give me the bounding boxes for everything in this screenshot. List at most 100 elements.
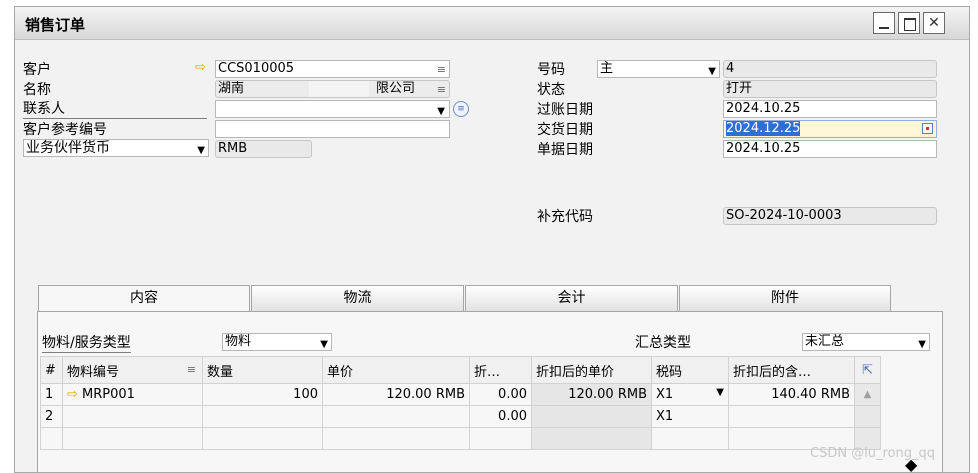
status-field: 打开: [723, 80, 937, 98]
name-label: 名称: [23, 82, 51, 98]
posting-date-field[interactable]: 2024.10.25: [723, 100, 937, 118]
window-title: 销售订单: [25, 16, 86, 34]
grid-header-row: # 物料编号 ≡ 数量 单价 折… 折扣后的单价 税码 折扣后的含… ⇱: [40, 356, 881, 384]
chevron-down-icon[interactable]: ▼: [918, 337, 926, 350]
net-price-cell[interactable]: 120.00 RMB: [531, 383, 652, 406]
customer-label: 客户: [23, 62, 51, 78]
chevron-down-icon[interactable]: ▼: [716, 387, 724, 398]
maximize-icon[interactable]: [898, 12, 920, 34]
close-icon[interactable]: ✕: [923, 12, 945, 34]
customer-ref-label: 客户参考编号: [23, 122, 107, 138]
scrollbar-track[interactable]: [854, 405, 881, 428]
item-type-value: 物料: [225, 334, 252, 349]
net-price-cell[interactable]: [531, 405, 652, 428]
col-header[interactable]: #: [40, 356, 63, 384]
col-header[interactable]: 折扣后的含…: [728, 356, 855, 384]
summary-type-value: 未汇总: [805, 334, 845, 349]
chevron-down-icon[interactable]: ▼: [320, 337, 328, 350]
chevron-down-icon[interactable]: ▼: [437, 104, 445, 117]
gross-cell[interactable]: [728, 405, 855, 428]
calendar-icon[interactable]: [922, 123, 933, 134]
qty-cell[interactable]: 100: [202, 383, 323, 406]
table-row[interactable]: 1 ⇨ MRP001 100 120.00 RMB 0.00 120.00 RM…: [40, 383, 881, 406]
scroll-up-icon[interactable]: ▲: [854, 383, 881, 406]
item-code-cell[interactable]: ⇨ MRP001: [62, 383, 203, 406]
row-number: 2: [40, 405, 63, 428]
col-header[interactable]: 折扣后的单价: [531, 356, 652, 384]
item-type-label: 物料/服务类型: [42, 332, 131, 353]
posting-date-label: 过账日期: [537, 102, 593, 118]
name-field[interactable]: 湖南 限公司 ≡: [215, 80, 450, 98]
customer-field[interactable]: CCS010005 ≡: [215, 60, 450, 78]
discount-cell[interactable]: [469, 427, 532, 450]
document-date-field[interactable]: 2024.10.25: [723, 140, 937, 158]
discount-cell[interactable]: 0.00: [469, 383, 532, 406]
price-cell[interactable]: [322, 427, 470, 450]
tab-attachments[interactable]: 附件: [679, 285, 891, 311]
delivery-date-field[interactable]: 2024.12.25: [723, 120, 937, 138]
number-label: 号码: [537, 62, 565, 78]
document-date-value: 2024.10.25: [726, 141, 801, 156]
discount-cell[interactable]: 0.00: [469, 405, 532, 428]
row-number: 1: [40, 383, 63, 406]
sales-order-window: 销售订单 ✕ 客户 ⇨ CCS010005 ≡ 名称 湖南 限公司 ≡ 联系人 …: [14, 6, 970, 473]
contact-field[interactable]: ▼: [215, 100, 450, 118]
tab-accounting[interactable]: 会计: [465, 285, 678, 311]
name-value-end: 限公司: [376, 81, 416, 96]
choose-list-icon[interactable]: ≡: [187, 363, 196, 376]
document-date-label: 单据日期: [537, 142, 593, 158]
qty-cell[interactable]: [202, 427, 323, 450]
col-header[interactable]: 数量: [202, 356, 323, 384]
tab-logistics[interactable]: 物流: [251, 285, 464, 311]
item-type-select[interactable]: 物料 ▼: [222, 333, 332, 351]
tax-cell[interactable]: [651, 427, 729, 450]
col-header[interactable]: 税码: [651, 356, 729, 384]
link-arrow-icon[interactable]: ⇨: [195, 60, 206, 75]
number-series-select[interactable]: 主 ▼: [597, 60, 720, 78]
tab-label: 会计: [557, 290, 586, 306]
redacted-block: [309, 81, 369, 97]
item-code-cell[interactable]: [62, 405, 203, 428]
qty-cell[interactable]: [202, 405, 323, 428]
customer-ref-field[interactable]: [215, 120, 450, 138]
summary-type-select[interactable]: 未汇总 ▼: [802, 333, 930, 351]
tab-label: 物流: [343, 290, 372, 306]
detail-icon[interactable]: ≡: [437, 82, 446, 97]
choose-list-icon[interactable]: ≡: [437, 62, 446, 77]
number-series-value: 主: [600, 61, 614, 76]
number-value: 4: [726, 61, 735, 76]
chevron-down-icon: ▼: [197, 145, 205, 156]
currency-value: RMB: [218, 141, 248, 156]
item-code-cell[interactable]: [62, 427, 203, 450]
contact-label: 联系人: [23, 98, 207, 119]
currency-field: RMB: [215, 140, 312, 158]
number-field: 4: [723, 60, 937, 78]
expand-icon[interactable]: ⇱: [854, 356, 881, 384]
table-row[interactable]: [40, 427, 881, 450]
col-header-label: 物料编号: [67, 364, 120, 380]
price-cell[interactable]: [322, 405, 470, 428]
title-bar: 销售订单 ✕: [15, 7, 969, 40]
tax-cell[interactable]: X1: [651, 405, 729, 428]
table-row[interactable]: 2 0.00 X1: [40, 405, 881, 428]
delivery-date-value: 2024.12.25: [726, 121, 801, 136]
price-cell[interactable]: 120.00 RMB: [322, 383, 470, 406]
gross-cell[interactable]: 140.40 RMB: [728, 383, 855, 406]
col-header[interactable]: 单价: [322, 356, 470, 384]
tab-label: 内容: [130, 290, 158, 306]
tax-cell[interactable]: X1 ▼: [651, 383, 729, 406]
row-number: [40, 427, 63, 450]
link-arrow-icon[interactable]: ⇨: [67, 387, 82, 402]
item-code: MRP001: [82, 387, 135, 402]
net-price-cell[interactable]: [531, 427, 652, 450]
currency-type-select[interactable]: 业务伙伴货币 ▼: [23, 139, 209, 157]
watermark: CSDN @lu_rong_qq: [810, 446, 936, 461]
minimize-icon[interactable]: [873, 12, 895, 34]
tab-label: 附件: [771, 290, 799, 306]
chevron-down-icon[interactable]: ▼: [708, 64, 716, 77]
tab-content[interactable]: 内容: [38, 285, 250, 312]
contact-list-icon[interactable]: ≡: [453, 101, 469, 117]
col-header[interactable]: 物料编号 ≡: [62, 356, 203, 384]
col-header[interactable]: 折…: [469, 356, 532, 384]
status-value: 打开: [726, 81, 753, 96]
